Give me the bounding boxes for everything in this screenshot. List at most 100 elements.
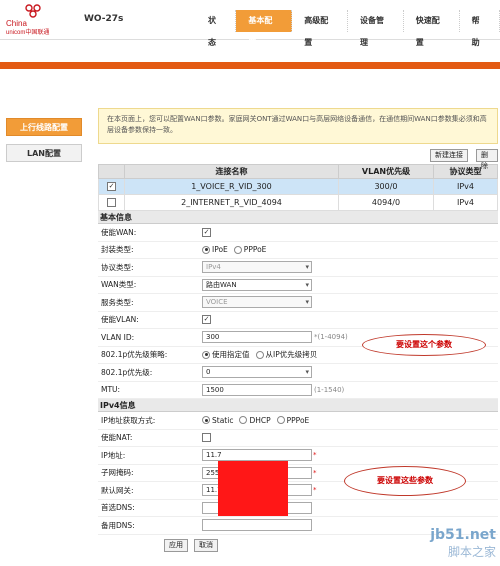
row-dns1: 首选DNS: [98,500,498,517]
nav-help[interactable]: 帮助 [460,10,500,47]
dns1-label: 首选DNS: [101,503,135,513]
encap-ipoe-label: IPoE [212,245,228,255]
nav-advanced-config[interactable]: 高级配置 [292,10,348,47]
col-connection-name: 连接名称 [124,164,339,179]
dns2-input[interactable] [202,519,312,532]
watermark-line1: jb51.net [430,527,496,543]
row-checkbox-cell [98,194,125,211]
encap-pppoe-label: PPPoE [243,245,267,255]
row-service: 服务类型: VOICE [98,294,498,312]
row-vlan: 300/0 [338,178,434,195]
method-pppoe-radio[interactable] [276,416,285,425]
row-encap: 封装类型: IPoE PPPoE [98,242,498,259]
ipv4-info-title: IPv4信息 [98,399,498,412]
row-nat: 使能NAT: [98,430,498,447]
row-checkbox[interactable] [107,198,116,207]
row-protocol: IPv4 [433,178,498,195]
col-select [98,164,125,179]
row-priority: 802.1p优先级: 0 [98,364,498,382]
ip-label: IP地址: [101,450,126,460]
nav-device-management[interactable]: 设备管理 [348,10,404,47]
basic-info-title: 基本信息 [98,211,498,224]
vlan-id-input[interactable]: 300 [202,331,312,344]
sidebar-item-lan-config[interactable]: LAN配置 [6,144,82,162]
service-label: 服务类型: [101,297,134,307]
method-dhcp-label: DHCP [249,415,271,425]
method-dhcp-radio[interactable] [239,416,248,425]
row-mtu: MTU: 1500 (1-1540) [98,382,498,399]
method-pppoe-label: PPPoE [286,415,310,425]
row-enable-vlan: 使能VLAN: [98,312,498,329]
main-nav: 状态 基本配置 高级配置 设备管理 快速配置 帮助 [196,10,500,47]
policy-specified-radio[interactable] [202,350,210,359]
brand-line2: unicom中国联通 [6,30,50,36]
ip-input[interactable]: 11.7 [202,449,312,462]
priority-select[interactable]: 0 [202,366,312,379]
new-connection-button[interactable]: 新建连接 [430,149,468,162]
unicom-knot-icon [25,4,41,18]
enable-vlan-label: 使能VLAN: [101,315,139,325]
gateway-required-mark: * [313,486,317,495]
protocol-select[interactable]: IPv4 [202,261,312,274]
delete-button[interactable]: 删除 [476,149,498,170]
unicom-logo: China unicom中国联通 [4,4,64,36]
row-checkbox[interactable] [107,182,116,191]
nav-status[interactable]: 状态 [196,10,237,47]
mtu-hint: (1-1540) [314,385,345,394]
nav-quick-config[interactable]: 快速配置 [404,10,460,47]
col-vlan-priority: VLAN优先级 [338,164,434,179]
table-actions: 新建连接 删除 [98,144,498,170]
service-select[interactable]: VOICE [202,296,312,309]
cancel-button[interactable]: 取消 [194,538,218,552]
apply-button[interactable]: 应用 [164,538,188,552]
device-model: WO-27s [84,14,124,24]
enable-vlan-checkbox[interactable] [202,315,211,325]
nat-checkbox[interactable] [202,433,211,443]
ip-method-label: IP地址获取方式: [101,415,156,425]
row-enable-wan: 使能WAN: [98,224,498,242]
ip-required-mark: * [313,451,317,460]
priority-label: 802.1p优先级: [101,367,153,377]
enable-wan-checkbox[interactable] [202,227,211,237]
mtu-label: MTU: [101,385,121,395]
sidebar: 上行线路配置 LAN配置 [6,118,82,170]
table-row[interactable]: 1_VOICE_R_VID_300 300/0 IPv4 [98,178,498,195]
row-name: 1_VOICE_R_VID_300 [124,178,339,195]
row-checkbox-cell [98,178,125,195]
nat-label: 使能NAT: [101,433,133,443]
row-name: 2_INTERNET_R_VID_4094 [124,194,339,211]
table-row[interactable]: 2_INTERNET_R_VID_4094 4094/0 IPv4 [98,194,498,211]
wan-type-label: WAN类型: [101,280,137,290]
annotation-vlan: 要设置这个参数 [362,334,486,356]
annotation-ip: 要设置这些参数 [344,466,466,496]
dns2-label: 备用DNS: [101,520,135,530]
row-ip: IP地址: 11.7 * [98,447,498,465]
row-vlan: 4094/0 [338,194,434,211]
watermark-line2: 脚本之家 [447,545,496,559]
row-protocol: IPv4 [433,194,498,211]
table-header-row: 连接名称 VLAN优先级 协议类型 [98,164,498,179]
mask-label: 子网掩码: [101,468,134,478]
policy-label: 802.1p优先级策略: [101,350,168,360]
page-notice: 在本页面上，您可以配置WAN口参数。家庭网关ONT通过WAN口与高层网络设备通信… [98,108,498,144]
mask-required-mark: * [313,468,317,477]
method-static-label: Static [212,415,234,425]
encap-ipoe-radio[interactable] [202,245,210,254]
vlan-id-hint: *(1-4094) [314,333,348,342]
row-wan-type: WAN类型: 路由WAN [98,277,498,294]
policy-copy-radio[interactable] [255,350,264,359]
row-protocol: 协议类型: IPv4 [98,259,498,277]
mtu-input[interactable]: 1500 [202,383,312,396]
accent-bar [0,62,500,69]
top-header: China unicom中国联通 WO-27s 状态 基本配置 高级配置 设备管… [0,0,500,47]
wan-type-select[interactable]: 路由WAN [202,278,312,291]
enable-wan-label: 使能WAN: [101,227,137,237]
nav-basic-config[interactable]: 基本配置 [236,10,293,47]
sidebar-item-uplink-config[interactable]: 上行线路配置 [6,118,82,136]
redaction-box [218,461,288,516]
protocol-label: 协议类型: [101,262,134,272]
method-static-radio[interactable] [202,416,210,425]
policy-copy-label: 从IP优先级拷贝 [265,350,318,360]
encap-pppoe-radio[interactable] [233,245,242,254]
encap-label: 封装类型: [101,245,134,255]
